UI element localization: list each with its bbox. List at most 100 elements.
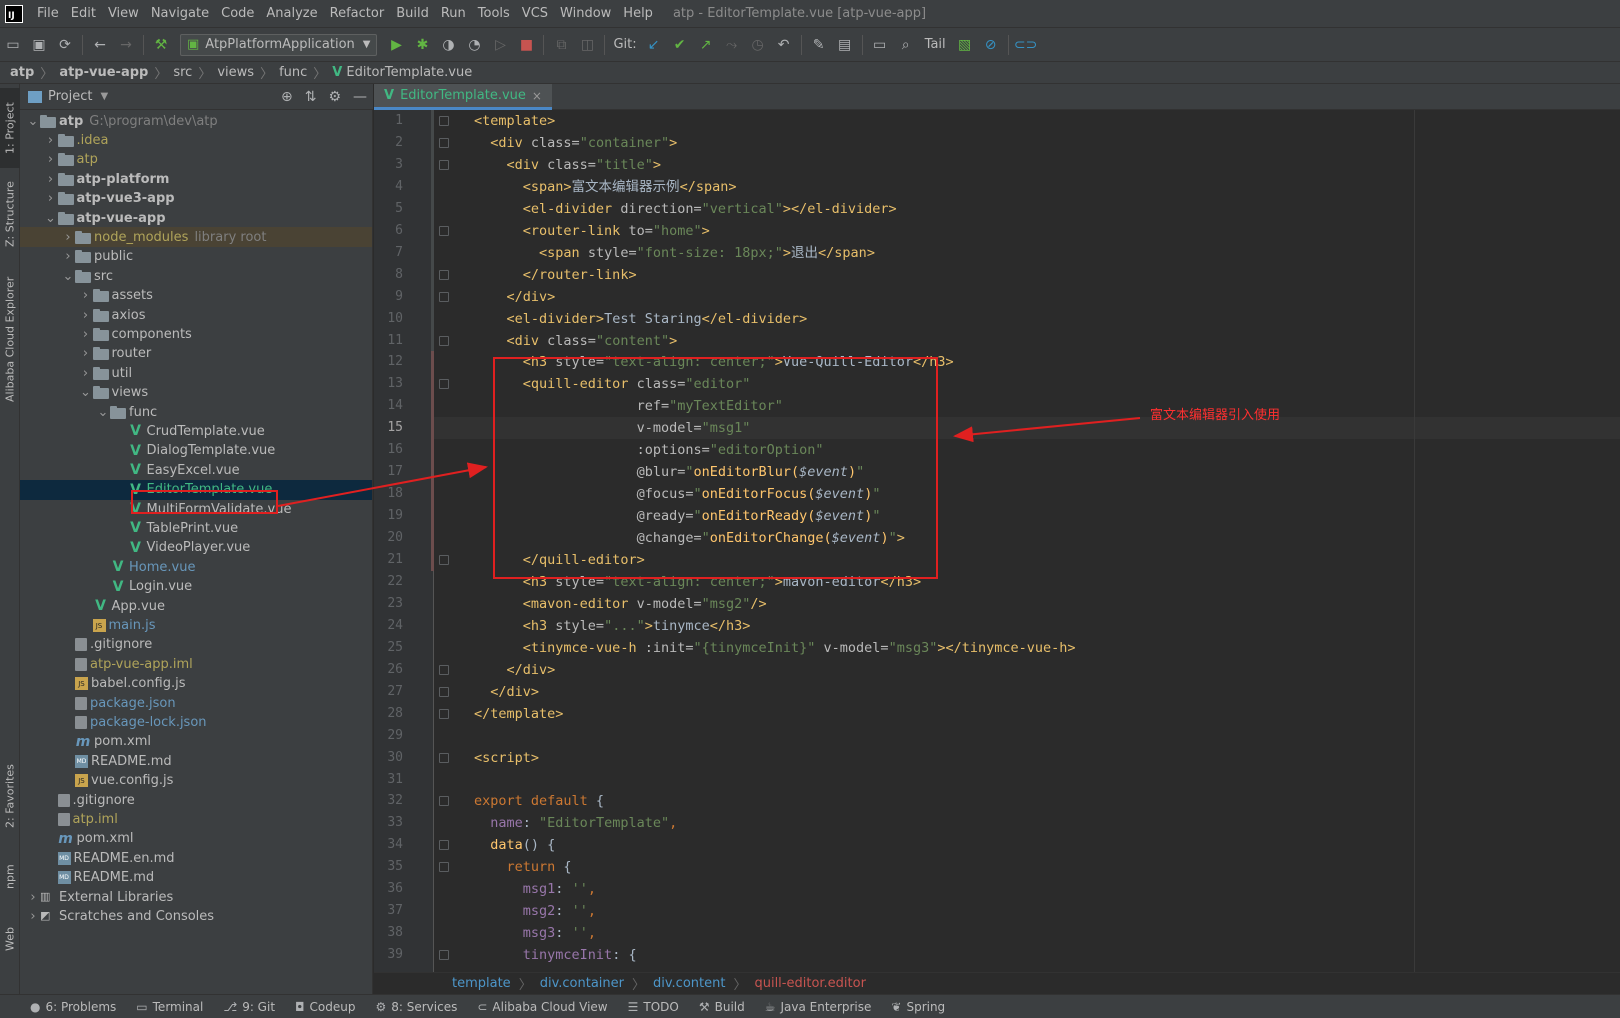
tree-item[interactable]: V MultiFormValidate.vue xyxy=(20,499,372,519)
chevron-right-icon[interactable]: › xyxy=(79,327,93,342)
chevron-right-icon[interactable]: › xyxy=(44,152,58,167)
code-line[interactable]: <h3 style="...">tinymce</h3> xyxy=(474,615,751,637)
tool-tab-alibaba-cloud-view[interactable]: ⊂ Alibaba Cloud View xyxy=(477,1000,607,1014)
menu-item-run[interactable]: Run xyxy=(435,6,472,21)
code-line[interactable]: </template> xyxy=(474,703,563,725)
chevron-down-icon[interactable]: ⌄ xyxy=(79,385,93,400)
chevron-right-icon[interactable]: › xyxy=(26,890,40,905)
breadcrumb-item[interactable]: atp-vue-app xyxy=(59,65,148,80)
breadcrumb-item[interactable]: EditorTemplate.vue xyxy=(346,65,472,80)
menu-item-vcs[interactable]: VCS xyxy=(516,6,554,21)
tree-item[interactable]: › atp xyxy=(20,150,372,170)
menu-item-refactor[interactable]: Refactor xyxy=(324,6,391,21)
tree-item[interactable]: › components xyxy=(20,324,372,344)
code-line[interactable]: <div class="container"> xyxy=(474,132,677,154)
code-line[interactable]: return { xyxy=(474,856,572,878)
tree-item[interactable]: › ▥ External Libraries xyxy=(20,887,372,907)
chevron-right-icon[interactable]: › xyxy=(44,133,58,148)
code-line[interactable]: export default { xyxy=(474,790,604,812)
chevron-down-icon[interactable]: ⌄ xyxy=(44,211,58,226)
tree-item[interactable]: JS vue.config.js xyxy=(20,771,372,791)
code-line[interactable]: <template> xyxy=(474,110,555,132)
git-update-icon[interactable]: ↙ xyxy=(641,33,667,57)
code-line[interactable]: </div> xyxy=(474,659,556,681)
menu-item-edit[interactable]: Edit xyxy=(65,6,102,21)
fold-marker-icon[interactable] xyxy=(439,225,449,236)
chart-icon[interactable]: ▧ xyxy=(952,33,978,57)
tab-alibaba-cloud-explorer[interactable]: Alibaba Cloud Explorer xyxy=(0,264,20,414)
tool-tab-terminal[interactable]: ▭ Terminal xyxy=(136,1000,203,1014)
chevron-down-icon[interactable]: ⌄ xyxy=(61,269,75,284)
chevron-right-icon[interactable]: › xyxy=(44,191,58,206)
fold-marker-icon[interactable] xyxy=(439,664,449,675)
breadcrumb-item[interactable]: views xyxy=(217,65,254,80)
tree-item[interactable]: ⌄ func xyxy=(20,402,372,422)
code-line[interactable]: <div class="title"> xyxy=(474,154,661,176)
code-line[interactable]: <span>富文本编辑器示例</span> xyxy=(474,176,737,198)
fold-marker-icon[interactable] xyxy=(439,686,449,697)
code-line[interactable]: <h3 style="text-align: center;">Vue-Quil… xyxy=(474,351,954,373)
tree-item[interactable]: V EditorTemplate.vue xyxy=(20,479,372,500)
fold-marker-icon[interactable] xyxy=(439,708,449,719)
cloud-toolkit-icon[interactable]: ⊂⊃ xyxy=(1013,33,1039,57)
tree-item[interactable]: › node_modules library root xyxy=(20,227,372,248)
menu-item-window[interactable]: Window xyxy=(554,6,617,21)
menu-item-tools[interactable]: Tools xyxy=(472,6,516,21)
code-line[interactable]: tinymceInit: { xyxy=(474,944,637,966)
code-line[interactable]: msg2: '', xyxy=(474,900,596,922)
code-line[interactable]: <script> xyxy=(474,747,539,769)
tree-item[interactable]: V Home.vue xyxy=(20,557,372,577)
tab-web[interactable]: Web xyxy=(0,914,20,964)
menu-item-code[interactable]: Code xyxy=(215,6,260,21)
code-line[interactable]: <mavon-editor v-model="msg2"/> xyxy=(474,593,767,615)
tool-tab-9-git[interactable]: ⎇ 9: Git xyxy=(223,1000,275,1014)
tree-item[interactable]: .gitignore xyxy=(20,790,372,810)
disabled-icon[interactable]: ⊘ xyxy=(978,33,1004,57)
fold-marker-icon[interactable] xyxy=(439,796,449,807)
coverage-icon[interactable]: ◑ xyxy=(435,33,461,57)
search-icon[interactable]: ⌕ xyxy=(893,33,919,57)
tree-item[interactable]: .gitignore xyxy=(20,635,372,655)
code-breadcrumb-item[interactable]: div.container xyxy=(540,976,624,991)
code-line[interactable]: @focus="onEditorFocus($event)" xyxy=(474,483,881,505)
code-line[interactable]: </quill-editor> xyxy=(474,549,645,571)
tab-favorites[interactable]: 2: Favorites xyxy=(0,754,20,839)
debug-icon[interactable]: ✱ xyxy=(409,33,435,57)
tree-item[interactable]: atp.iml xyxy=(20,809,372,829)
code-line[interactable]: msg3: '', xyxy=(474,922,596,944)
save-icon[interactable]: ▣ xyxy=(26,33,52,57)
tool-tab-6-problems[interactable]: ● 6: Problems xyxy=(30,1000,116,1014)
breadcrumb-item[interactable]: src xyxy=(173,65,192,80)
attach-icon[interactable]: ⧉ xyxy=(548,33,574,57)
code-line[interactable]: </div> xyxy=(474,286,556,308)
code-line[interactable]: @blur="onEditorBlur($event)" xyxy=(474,461,865,483)
forward-icon[interactable]: → xyxy=(113,33,139,57)
collapse-all-icon[interactable]: ⇅ xyxy=(305,89,317,105)
tool-tab-8-services[interactable]: ⚙ 8: Services xyxy=(375,1000,457,1014)
code-breadcrumb-item[interactable]: template xyxy=(452,976,511,991)
tail-label[interactable]: Tail xyxy=(925,37,946,52)
tab-npm[interactable]: npm xyxy=(0,852,20,902)
fold-marker-icon[interactable] xyxy=(439,862,449,873)
code-line[interactable]: @ready="onEditorReady($event)" xyxy=(474,505,881,527)
tree-item[interactable]: › public xyxy=(20,247,372,267)
code-line[interactable]: <router-link to="home"> xyxy=(474,220,710,242)
breadcrumb-item[interactable]: atp xyxy=(10,65,34,80)
tree-item[interactable]: V CrudTemplate.vue xyxy=(20,421,372,441)
fold-marker-icon[interactable] xyxy=(439,335,449,346)
git-merge-icon[interactable]: ⤳ xyxy=(719,33,745,57)
tree-item[interactable]: V EasyExcel.vue xyxy=(20,460,372,480)
fold-marker-icon[interactable] xyxy=(439,950,449,961)
run-icon[interactable]: ▶ xyxy=(383,33,409,57)
menu-item-analyze[interactable]: Analyze xyxy=(260,6,323,21)
resume-icon[interactable]: ▷ xyxy=(487,33,513,57)
chevron-down-icon[interactable]: ▼ xyxy=(100,91,108,102)
tree-item[interactable]: MD README.md xyxy=(20,751,372,771)
code-line[interactable]: <tinymce-vue-h :init="{tinymceInit}" v-m… xyxy=(474,637,1076,659)
code-line[interactable]: <el-divider>Test Staring</el-divider> xyxy=(474,308,808,330)
code-line[interactable]: </router-link> xyxy=(474,264,637,286)
tree-item[interactable]: m pom.xml xyxy=(20,829,372,849)
chevron-right-icon[interactable]: › xyxy=(26,909,40,924)
tree-item[interactable]: ⌄ atp G:\program\dev\atp xyxy=(20,111,372,131)
code-line[interactable]: ref="myTextEditor" xyxy=(474,395,783,417)
